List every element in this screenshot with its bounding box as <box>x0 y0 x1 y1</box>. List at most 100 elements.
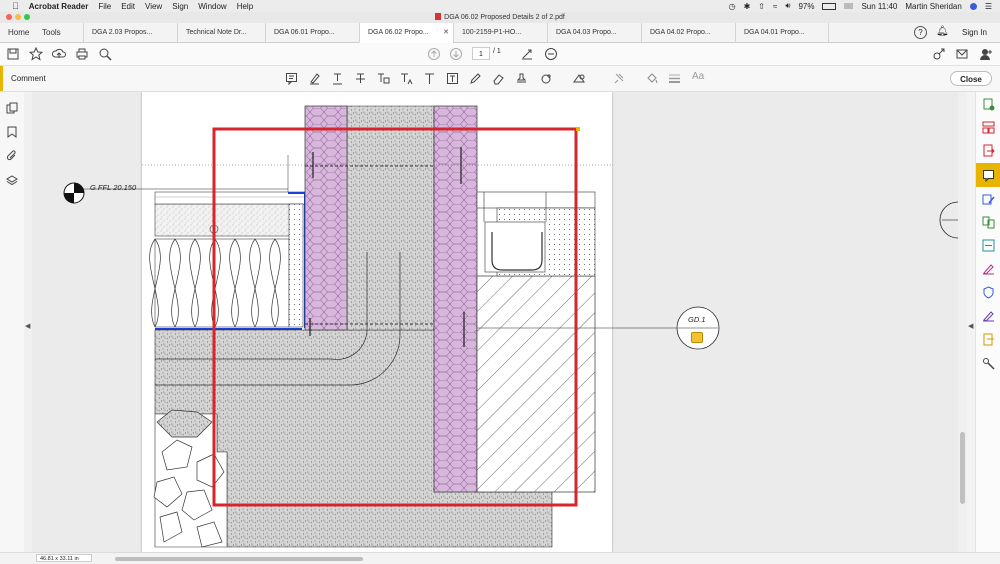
tools-tab[interactable]: Tools <box>42 23 61 42</box>
menu-window[interactable]: Window <box>198 2 226 11</box>
flag-icon[interactable] <box>844 3 854 9</box>
callout-label: GD.1 <box>688 315 706 324</box>
menu-sign[interactable]: Sign <box>172 2 188 11</box>
more-tools-icon[interactable] <box>982 357 995 370</box>
vertical-scrollbar[interactable] <box>958 92 967 552</box>
home-tab[interactable]: Home <box>8 23 29 42</box>
upload-status-icon[interactable]: ⇧ <box>758 2 765 11</box>
menu-app-name[interactable]: Acrobat Reader <box>29 2 89 11</box>
left-panel-collapse-handle[interactable]: ◀ <box>24 92 32 552</box>
doc-tab[interactable]: DGA 2.03 Propos... <box>83 23 177 42</box>
font-properties-button[interactable]: Aa <box>692 71 704 82</box>
doc-tab-active[interactable]: DGA 06.02 Propo... ✕ <box>359 23 453 43</box>
next-page-icon[interactable] <box>449 47 463 61</box>
underline-text-icon[interactable] <box>331 72 344 85</box>
doc-tab[interactable]: DGA 04.02 Propo... <box>641 23 735 42</box>
expand-right-icon[interactable]: ◀ <box>968 322 973 330</box>
zoom-search-icon[interactable] <box>98 47 112 61</box>
comment-toolbar: Comment Aa Close <box>0 66 1000 92</box>
select-tool-icon[interactable] <box>520 47 534 61</box>
sign-in-link[interactable]: Sign In <box>962 23 987 42</box>
battery-icon[interactable] <box>822 2 837 10</box>
comment-tool-icon[interactable] <box>982 169 995 182</box>
line-weight-icon[interactable] <box>668 72 681 85</box>
page-number-input[interactable]: 1 <box>472 47 490 60</box>
page-thumbnails-icon[interactable] <box>6 102 18 114</box>
print-icon[interactable] <box>75 47 89 61</box>
shapes-icon[interactable] <box>573 72 586 85</box>
bookmark-star-icon[interactable] <box>29 47 43 61</box>
previous-page-icon[interactable] <box>427 47 441 61</box>
add-text-icon[interactable] <box>423 72 436 85</box>
doc-tab[interactable]: DGA 04.01 Propo... <box>735 23 829 42</box>
upload-cloud-icon[interactable] <box>52 47 66 61</box>
menu-user[interactable]: Martin Sheridan <box>905 2 961 11</box>
bluetooth-icon[interactable]: ✱ <box>744 2 751 11</box>
pdf-file-icon <box>435 13 442 20</box>
doc-tab[interactable]: Technical Note Dr... <box>177 23 265 42</box>
menu-edit[interactable]: Edit <box>121 2 135 11</box>
page-total: / 1 <box>493 48 501 55</box>
save-icon[interactable] <box>6 47 20 61</box>
menu-clock[interactable]: Sun 11:40 <box>861 2 897 11</box>
stamp-icon[interactable] <box>515 72 528 85</box>
pin-icon[interactable] <box>612 72 625 85</box>
close-tab-icon[interactable]: ✕ <box>443 23 449 42</box>
siri-icon[interactable] <box>969 2 977 10</box>
add-user-icon[interactable] <box>979 47 993 61</box>
zoom-out-icon[interactable] <box>544 47 558 61</box>
create-pdf-icon[interactable] <box>982 98 995 111</box>
organize-pages-icon[interactable] <box>982 121 995 134</box>
combine-files-icon[interactable] <box>982 216 995 229</box>
document-canvas[interactable]: G FFL 20.150 GD.1 <box>32 92 958 552</box>
fill-color-icon[interactable] <box>645 72 658 85</box>
doc-tab[interactable]: DGA 04.03 Propo... <box>547 23 641 42</box>
send-signature-icon[interactable] <box>982 309 995 322</box>
text-box-icon[interactable] <box>446 72 459 85</box>
insert-text-icon[interactable] <box>400 72 413 85</box>
menu-view[interactable]: View <box>145 2 162 11</box>
send-track-icon[interactable] <box>982 333 995 346</box>
doc-tab[interactable]: 100-2159-P1-HO... <box>453 23 547 42</box>
red-markup-rectangle[interactable] <box>212 127 578 507</box>
highlight-icon[interactable] <box>308 72 321 85</box>
pencil-draw-icon[interactable] <box>469 72 482 85</box>
time-machine-icon[interactable]: ◷ <box>729 2 736 11</box>
replace-text-icon[interactable] <box>377 72 390 85</box>
layers-icon[interactable] <box>6 175 18 187</box>
eraser-icon[interactable] <box>492 72 505 85</box>
export-pdf-icon[interactable] <box>982 144 995 157</box>
vertical-scroll-thumb[interactable] <box>960 432 965 504</box>
edit-pdf-icon[interactable] <box>982 193 995 206</box>
email-icon[interactable] <box>955 47 969 61</box>
wifi-icon[interactable]: ≈ <box>773 2 777 11</box>
menu-help[interactable]: Help <box>237 2 253 11</box>
volume-icon[interactable]: 🔊︎ <box>785 1 790 11</box>
help-icon[interactable]: ? <box>914 26 927 39</box>
strikethrough-text-icon[interactable] <box>354 72 367 85</box>
sticky-note-icon[interactable] <box>285 72 298 85</box>
window-title: DGA 06.02 Proposed Details 2 of 2.pdf <box>444 14 565 21</box>
battery-percent[interactable]: 97% <box>798 2 814 11</box>
apple-icon[interactable]:  <box>12 1 19 11</box>
sticky-note-comment-icon[interactable] <box>691 332 703 343</box>
doc-tab-label: DGA 06.01 Propo... <box>274 29 335 36</box>
notifications-bell-icon[interactable]: 🔔︎ <box>936 26 949 37</box>
close-comment-toolbar-button[interactable]: Close <box>950 71 992 86</box>
doc-tab-label: 100-2159-P1-HO... <box>462 29 522 36</box>
horizontal-scroll-thumb[interactable] <box>115 557 363 561</box>
expand-left-icon[interactable]: ◀ <box>25 322 30 330</box>
doc-tab[interactable]: DGA 06.01 Propo... <box>265 23 359 42</box>
attach-file-icon[interactable] <box>540 72 553 85</box>
protect-shield-icon[interactable] <box>982 286 995 299</box>
scan-ocr-icon[interactable] <box>982 239 995 252</box>
attachments-paperclip-icon[interactable] <box>6 150 18 162</box>
right-panel-collapse-handle[interactable]: ◀ <box>967 92 975 552</box>
notification-center-icon[interactable]: ☰ <box>985 2 992 11</box>
annotation-overlay <box>63 127 958 507</box>
menu-file[interactable]: File <box>98 2 111 11</box>
share-link-icon[interactable] <box>932 47 946 61</box>
fill-sign-icon[interactable] <box>982 262 995 275</box>
bookmarks-icon[interactable] <box>6 126 18 138</box>
window-title-wrap: DGA 06.02 Proposed Details 2 of 2.pdf <box>0 12 1000 23</box>
